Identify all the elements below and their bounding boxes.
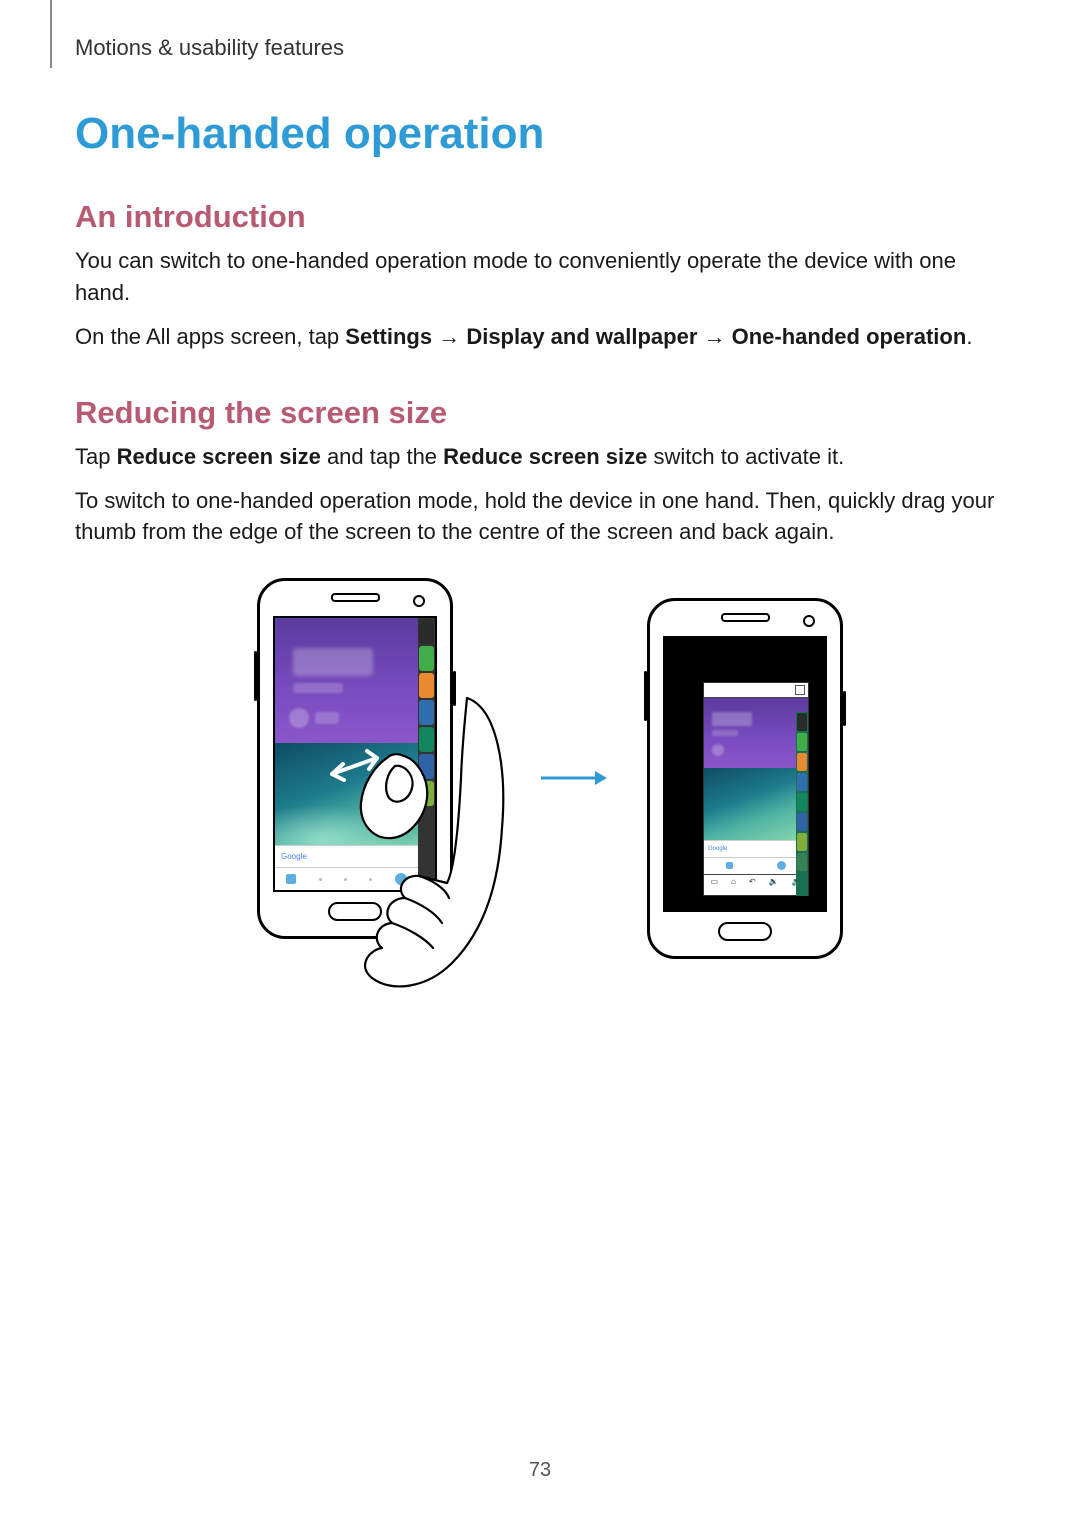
page-dot-icon: [319, 878, 322, 881]
breadcrumb: Motions & usability features: [75, 35, 1005, 61]
earpiece-icon: [721, 613, 770, 622]
edge-chip-icon: [419, 781, 434, 806]
home-button-icon: [328, 902, 382, 921]
search-bar-a: Google: [275, 845, 418, 868]
phone-app-icon: [286, 874, 296, 884]
edge-chip-icon: [419, 727, 434, 752]
text-span: switch to activate it.: [647, 444, 844, 469]
edge-chip-icon: [797, 773, 807, 791]
phone-device-b: Google ▭ ⌂ ↶ 🔉 🔊: [647, 598, 843, 959]
label-reduce-screen-size-switch: Reduce screen size: [443, 444, 647, 469]
clock-a: [293, 648, 373, 676]
page-title: One-handed operation: [75, 109, 1005, 159]
section-heading-intro: An introduction: [75, 199, 1005, 235]
page-number: 73: [0, 1459, 1080, 1482]
figure-before: Google: [237, 578, 497, 978]
edge-chip-icon: [419, 754, 434, 779]
text-span: .: [966, 324, 972, 349]
lockscreen-top-b: [704, 698, 808, 768]
edge-chip-icon: [797, 853, 807, 871]
edge-panel-b: [796, 712, 808, 896]
nav-vol-down-icon: 🔉: [769, 877, 779, 886]
phone-screen-a: Google: [273, 616, 437, 892]
earpiece-icon: [331, 593, 380, 602]
nav-recent-icon: ▭: [710, 877, 718, 886]
path-settings: Settings: [345, 324, 432, 349]
front-camera-icon: [803, 615, 815, 627]
lockscreen-top: [275, 618, 435, 743]
nav-back-icon: ↶: [749, 877, 756, 886]
apps-drawer-icon: [777, 861, 786, 870]
front-camera-icon: [413, 595, 425, 607]
phone-device-a: Google: [257, 578, 453, 939]
text-span: Tap: [75, 444, 117, 469]
path-display-wallpaper: Display and wallpaper: [466, 324, 697, 349]
arrow-icon: →: [432, 324, 466, 349]
path-one-handed: One-handed operation: [732, 324, 967, 349]
date-a: [293, 683, 343, 693]
search-label-a: Google: [281, 852, 307, 861]
edge-chip-icon: [797, 813, 807, 831]
edge-chip-icon: [797, 733, 807, 751]
arrow-icon: →: [697, 324, 731, 349]
soft-nav-bar: ▭ ⌂ ↶ 🔉 🔊: [704, 874, 808, 889]
section-heading-reduce: Reducing the screen size: [75, 395, 1005, 431]
weather-temp: [315, 712, 339, 724]
reduce-paragraph-2: To switch to one-handed operation mode, …: [75, 485, 1005, 549]
home-button-icon: [718, 922, 772, 941]
weather-icon: [712, 744, 724, 756]
page-dot-icon: [369, 878, 372, 881]
side-rule: [50, 0, 52, 68]
date-b: [712, 730, 738, 736]
edge-chip-icon: [419, 673, 434, 698]
edge-chip-icon: [797, 713, 807, 731]
nav-home-icon: ⌂: [731, 877, 736, 886]
figure-row: Google: [75, 578, 1005, 978]
reduced-window: Google ▭ ⌂ ↶ 🔉 🔊: [703, 682, 809, 896]
edge-chip-icon: [797, 793, 807, 811]
search-bar-b: Google: [704, 840, 808, 857]
intro-paragraph-2: On the All apps screen, tap Settings → D…: [75, 321, 1005, 353]
intro-paragraph-1: You can switch to one-handed operation m…: [75, 245, 1005, 309]
edge-chip-icon: [797, 833, 807, 851]
phone-screen-b: Google ▭ ⌂ ↶ 🔉 🔊: [663, 636, 827, 912]
page-dot-icon: [344, 878, 347, 881]
edge-panel-a: [418, 618, 435, 890]
apps-drawer-icon: [395, 873, 407, 885]
edge-chip-icon: [419, 646, 434, 671]
clock-b: [712, 712, 752, 726]
wallpaper-b: [704, 768, 808, 840]
dock-a: [275, 867, 418, 890]
dock-b: [704, 857, 808, 874]
weather-icon: [289, 708, 309, 728]
text-span: On the All apps screen, tap: [75, 324, 345, 349]
reduced-window-header: [704, 683, 808, 698]
edge-chip-icon: [419, 619, 434, 644]
edge-chip-icon: [797, 753, 807, 771]
reduce-paragraph-1: Tap Reduce screen size and tap the Reduc…: [75, 441, 1005, 473]
text-span: and tap the: [321, 444, 443, 469]
label-reduce-screen-size: Reduce screen size: [117, 444, 321, 469]
page-content: Motions & usability features One-handed …: [75, 35, 1005, 978]
expand-icon: [795, 685, 805, 695]
transition-arrow-icon: [537, 763, 607, 793]
edge-chip-icon: [419, 700, 434, 725]
phone-app-icon: [726, 862, 733, 869]
wallpaper-a: [275, 743, 435, 850]
search-label-b: Google: [708, 846, 727, 852]
